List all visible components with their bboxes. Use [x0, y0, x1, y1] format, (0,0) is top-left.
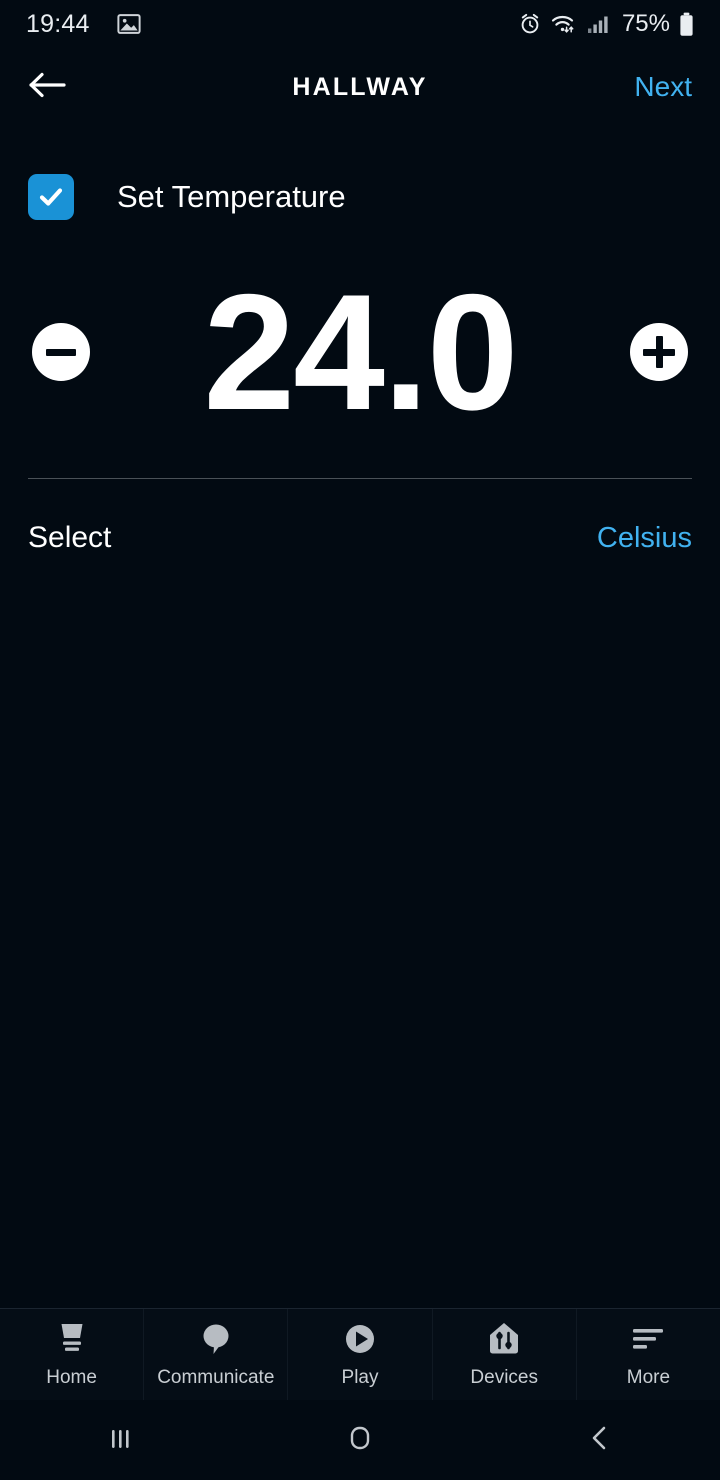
tab-play[interactable]: Play [288, 1309, 433, 1400]
minus-icon [46, 348, 76, 356]
tab-more[interactable]: More [577, 1309, 720, 1400]
plus-icon [643, 336, 675, 369]
home-button[interactable] [300, 1410, 420, 1470]
app-header: HALLWAY Next [0, 48, 720, 126]
tab-home[interactable]: Home [0, 1309, 145, 1400]
temperature-value: 24.0 [203, 260, 518, 444]
back-arrow-icon [28, 69, 70, 106]
chevron-left-icon [584, 1422, 616, 1459]
play-circle-icon [341, 1320, 379, 1358]
status-time: 19:44 [26, 9, 90, 38]
wifi-icon [551, 12, 578, 36]
alarm-icon [518, 12, 542, 36]
android-nav-bar [0, 1400, 720, 1480]
android-back-button[interactable] [540, 1410, 660, 1470]
recent-apps-icon [104, 1422, 136, 1459]
unit-select-value[interactable]: Celsius [597, 522, 692, 555]
recent-apps-button[interactable] [60, 1410, 180, 1470]
divider [28, 478, 692, 480]
speech-bubble-icon [197, 1320, 235, 1358]
tab-home-label: Home [46, 1367, 97, 1388]
decrease-temperature-button[interactable] [32, 323, 90, 382]
tab-devices-label: Devices [470, 1367, 538, 1388]
tab-play-label: Play [341, 1367, 379, 1388]
battery-icon [679, 12, 694, 37]
next-button[interactable]: Next [634, 71, 692, 103]
status-left-icons [116, 11, 142, 37]
page-title: HALLWAY [292, 72, 428, 101]
tab-communicate-label: Communicate [157, 1367, 275, 1388]
tab-devices[interactable]: Devices [433, 1309, 577, 1400]
increase-temperature-button[interactable] [630, 323, 688, 382]
cellular-signal-icon [587, 13, 611, 35]
checkmark-icon [36, 182, 66, 212]
back-button[interactable] [28, 64, 74, 110]
house-sliders-icon [485, 1320, 523, 1358]
app-screen: 19:44 75% HALLWAY Next Set Temperature 2… [0, 0, 720, 1480]
unit-select-label: Select [28, 521, 112, 555]
echo-device-icon [53, 1320, 91, 1358]
temperature-stepper: 24.0 [28, 260, 692, 444]
image-icon [116, 11, 142, 37]
set-temperature-checkbox[interactable] [28, 174, 74, 220]
bottom-tab-bar: Home Communicate Play Devices More [0, 1308, 720, 1400]
status-right-icons: 75% [518, 10, 694, 38]
unit-select-row[interactable]: Select Celsius [28, 521, 692, 555]
battery-percent: 75% [621, 10, 670, 37]
home-circle-icon [343, 1421, 377, 1460]
tab-more-label: More [626, 1367, 671, 1388]
set-temperature-label: Set Temperature [117, 179, 346, 214]
set-temperature-row[interactable]: Set Temperature [28, 174, 692, 220]
tab-communicate[interactable]: Communicate [144, 1309, 289, 1400]
main-content: Set Temperature 24.0 Select Celsius [0, 126, 720, 1308]
status-bar: 19:44 75% [0, 0, 720, 48]
hamburger-menu-icon [629, 1320, 667, 1358]
